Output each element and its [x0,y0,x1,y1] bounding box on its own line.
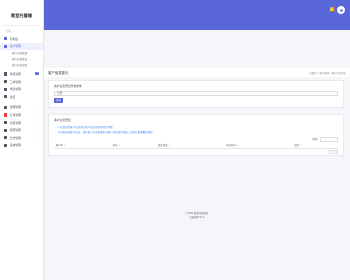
breadcrumb: 控制台 > 客户管理 > 客户信息登记 [309,71,346,75]
column-header[interactable]: 姓名⇅ [110,143,157,149]
sidebar-item-label: 权限管理 [9,128,21,133]
sidebar-item-students[interactable]: 学生管理 [0,85,43,93]
sort-icon: ⇅ [236,145,239,148]
column-header[interactable]: 客户ID⇅ [54,143,111,149]
community-icon [4,95,8,99]
chevron-right-icon: › [38,121,39,125]
column-header[interactable]: 联系电话⇅ [156,143,225,149]
table-card-title: 客户信息登记 [54,118,71,122]
page-title: 客户信息登记 [48,71,69,75]
sidebar-item-tickets[interactable]: 工单管理 [0,78,43,86]
search-label: 搜索: [312,138,318,142]
chevron-right-icon: › [38,128,39,132]
sidebar-item-label: 社区 [9,94,16,99]
users-icon [4,44,8,48]
filter-card: 客户信息登记查询条件 全部 查询 [48,80,344,108]
search-row: 搜索: [49,134,343,142]
column-header-label: 联系电话 [158,145,168,148]
sidebar-item-label: 系统管理 [9,143,21,148]
student-icon [4,87,8,91]
search-input[interactable] [320,137,338,142]
sidebar-item-label: 审核管理 [9,71,21,76]
log-icon [4,136,8,140]
page-header: 客户信息登记 控制台 > 客户管理 > 客户信息登记 [44,68,350,77]
filter-card-title: 客户信息登记查询条件 [54,84,82,88]
count-badge: 3 [35,72,39,75]
ticket-icon [4,79,8,84]
notification-dot [333,7,335,9]
course-icon [4,105,8,109]
next-page-button[interactable] [334,150,338,154]
sidebar-item-audit[interactable]: 审核管理 3 [0,70,43,78]
nav-section-label: 导航 [6,30,12,33]
prev-page-button[interactable] [329,150,334,154]
sidebar: 教室托管端 导航 控制台 客户管理 ⌄ 客户信息管理 客户信息登记 客户信息调查… [0,0,44,280]
sidebar-item-label: 控制台 [9,36,19,41]
sidebar-item-label: 客户管理 [9,44,21,49]
avatar[interactable] [337,6,345,14]
sidebar-item-label: 日志管理 [9,135,21,140]
column-header-label: 客户ID [56,145,63,148]
sort-icon: ⇅ [300,145,302,148]
sidebar-item-orders[interactable]: 订单管理 › [0,111,43,119]
chevron-down-icon: ⌄ [36,44,39,48]
sidebar-item-system[interactable]: 系统管理 [0,142,43,150]
project-icon [4,120,8,125]
column-header-label: 操作 [294,145,300,148]
sidebar-item-projects[interactable]: 项目管理 › [0,119,43,127]
query-button[interactable]: 查询 [54,98,63,103]
pagination [49,149,343,156]
sidebar-item-community[interactable]: 社区 [0,93,43,101]
status-select[interactable]: 全部 [54,90,338,96]
top-bar: 🔔 [44,0,350,30]
sidebar-item-label: 项目管理 [9,120,21,125]
order-icon [4,113,8,117]
audit-icon [4,72,8,76]
column-header-label: 姓名 [112,145,118,148]
chevron-right-icon: › [38,136,39,140]
sidebar-item-label: 学生管理 [9,87,21,92]
sort-icon: ⇅ [118,145,121,148]
sidebar-item-courses[interactable]: 课程管理 › [0,104,43,112]
footer-version: 当前版本 V1.0 [189,216,205,219]
sidebar-item-label: 订单管理 [9,112,21,117]
sidebar-item-logs[interactable]: 日志管理 › [0,134,43,142]
sidebar-item-dashboard[interactable]: 控制台 [0,35,43,43]
lock-icon [4,128,8,132]
dashboard-icon [4,37,8,41]
sort-icon: ⇅ [63,145,66,148]
sidebar-item-customers[interactable]: 客户管理 ⌄ [0,42,43,51]
footer: © 2024 教室托管系统 当前版本 V1.0 [44,212,350,220]
sort-icon: ⇅ [168,145,171,148]
column-header-label: 登记时间 [226,145,236,148]
sidebar-item-label: 工单管理 [9,79,21,84]
chevron-right-icon: › [38,105,39,109]
column-header[interactable]: 操作⇅ [292,143,338,149]
brand-name: 教室托管端 [11,12,32,18]
column-header[interactable]: 登记时间⇅ [224,143,293,149]
sidebar-item-label: 课程管理 [9,105,21,110]
chevron-right-icon: › [38,113,39,117]
table-card: 客户信息登记 1.已登记的客户信息请在客户信息登记中进行查看 2.如需修改客户信… [48,114,344,156]
sidebar-item-permissions[interactable]: 权限管理 › [0,126,43,134]
gear-icon [4,143,8,147]
table-header-row: 客户ID⇅ 姓名⇅ 联系电话⇅ 登记时间⇅ 操作⇅ [54,143,338,149]
